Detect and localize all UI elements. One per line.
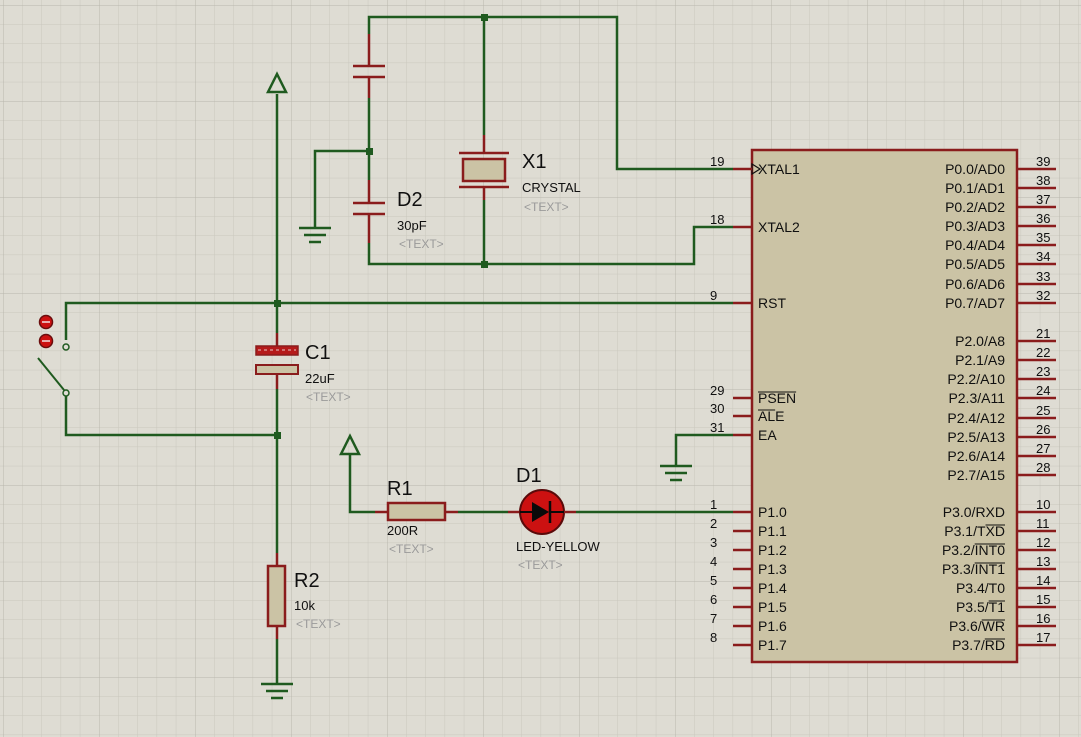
- pin-label: EA: [758, 427, 777, 443]
- x1-ref-label: X1: [522, 151, 546, 173]
- pin-number: 27: [1036, 441, 1050, 456]
- pin-number: 7: [710, 611, 717, 626]
- pin-label: XTAL2: [758, 219, 800, 235]
- pin-number: 9: [710, 288, 717, 303]
- c1-ref-label: C1: [305, 342, 331, 364]
- pin-number: 13: [1036, 554, 1050, 569]
- pin-number: 5: [710, 573, 717, 588]
- pin-number: 11: [1036, 516, 1050, 531]
- pin-number: 15: [1036, 592, 1050, 607]
- pin-number: 18: [710, 212, 724, 227]
- schematic-canvas[interactable]: D2 30pF <TEXT> X1 CRYSTAL <TEXT> C1 22uF…: [0, 0, 1081, 737]
- r2-value-label: 10k: [294, 598, 315, 613]
- pin-label: P2.0/A8: [955, 333, 1005, 349]
- x1-value-label: CRYSTAL: [522, 180, 581, 195]
- r1-value-label: 200R: [387, 523, 418, 538]
- pin-number: 22: [1036, 345, 1050, 360]
- d1-text-placeholder: <TEXT>: [518, 558, 563, 572]
- junction: [481, 261, 488, 268]
- pin-number: 21: [1036, 326, 1050, 341]
- r2-ref-label: R2: [294, 570, 320, 592]
- pin-label: P0.3/AD3: [945, 218, 1005, 234]
- pin-number: 23: [1036, 364, 1050, 379]
- r2-text-placeholder: <TEXT>: [296, 617, 341, 631]
- pin-label: P0.4/AD4: [945, 237, 1005, 253]
- c1-value-label: 22uF: [305, 371, 335, 386]
- pin-number: 8: [710, 630, 717, 645]
- pin-number: 29: [710, 383, 724, 398]
- pin-number: 28: [1036, 460, 1050, 475]
- pin-number: 1: [710, 497, 717, 512]
- pin-label: P0.2/AD2: [945, 199, 1005, 215]
- pin-number: 19: [710, 154, 724, 169]
- pin-number: 24: [1036, 383, 1050, 398]
- pin-label: RST: [758, 295, 786, 311]
- pin-label: XTAL1: [758, 161, 800, 177]
- pin-number: 4: [710, 554, 717, 569]
- junction: [481, 14, 488, 21]
- pin-label: P1.7: [758, 637, 787, 653]
- pin-number: 35: [1036, 230, 1050, 245]
- pin-number: 14: [1036, 573, 1050, 588]
- pin-label: P1.1: [758, 523, 787, 539]
- pin-number: 6: [710, 592, 717, 607]
- pin-label: P2.3/A11: [948, 390, 1005, 406]
- pin-number: 25: [1036, 403, 1050, 418]
- d2-text-placeholder: <TEXT>: [399, 237, 444, 251]
- microcontroller-8051[interactable]: 19 XTAL118 XTAL29 RST29 PSEN30 ALE31 EA1 P1.02 P…: [710, 148, 1056, 664]
- r1-text-placeholder: <TEXT>: [389, 542, 434, 556]
- pin-label: P0.1/AD1: [945, 180, 1005, 196]
- pin-number: 3: [710, 535, 717, 550]
- d2-ref-label: D2: [397, 189, 423, 211]
- pin-label: P2.5/A13: [947, 429, 1005, 445]
- pin-label: P2.4/A12: [947, 410, 1005, 426]
- pin-number: 17: [1036, 630, 1050, 645]
- pin-label: P2.6/A14: [947, 448, 1005, 464]
- d2-value-label: 30pF: [397, 218, 427, 233]
- pin-number: 26: [1036, 422, 1050, 437]
- junction: [274, 432, 281, 439]
- d1-value-label: LED-YELLOW: [516, 539, 601, 554]
- pin-number: 16: [1036, 611, 1050, 626]
- pin-label: P3.0/RXD: [943, 504, 1005, 520]
- pin-number: 12: [1036, 535, 1050, 550]
- junction: [366, 148, 373, 155]
- pin-label: P1.0: [758, 504, 787, 520]
- pin-label: P1.4: [758, 580, 787, 596]
- pin-number: 2: [710, 516, 717, 531]
- pin-number: 10: [1036, 497, 1050, 512]
- r1-ref-label: R1: [387, 478, 413, 500]
- pin-label: P1.6: [758, 618, 787, 634]
- pin-number: 38: [1036, 173, 1050, 188]
- pin-number: 32: [1036, 288, 1050, 303]
- junction: [274, 300, 281, 307]
- pin-number: 33: [1036, 269, 1050, 284]
- pin-number: 36: [1036, 211, 1050, 226]
- pin-label: P0.6/AD6: [945, 276, 1005, 292]
- pin-label: P2.2/A10: [947, 371, 1005, 387]
- pin-number: 34: [1036, 249, 1050, 264]
- x1-text-placeholder: <TEXT>: [524, 200, 569, 214]
- pin-label: P2.1/A9: [955, 352, 1005, 368]
- pin-label: P0.5/AD5: [945, 256, 1005, 272]
- d1-ref-label: D1: [516, 465, 542, 487]
- pin-number: 31: [710, 420, 724, 435]
- pin-number: 37: [1036, 192, 1050, 207]
- pin-number: 39: [1036, 154, 1050, 169]
- pin-label: P0.0/AD0: [945, 161, 1005, 177]
- pin-number: 30: [710, 401, 724, 416]
- pin-label: P3.4/T0: [956, 580, 1005, 596]
- pin-label: P1.2: [758, 542, 787, 558]
- c1-text-placeholder: <TEXT>: [306, 390, 351, 404]
- pin-label: P2.7/A15: [947, 467, 1005, 483]
- pin-label: P0.7/AD7: [945, 295, 1005, 311]
- pin-label: P1.3: [758, 561, 787, 577]
- pin-label: P1.5: [758, 599, 787, 615]
